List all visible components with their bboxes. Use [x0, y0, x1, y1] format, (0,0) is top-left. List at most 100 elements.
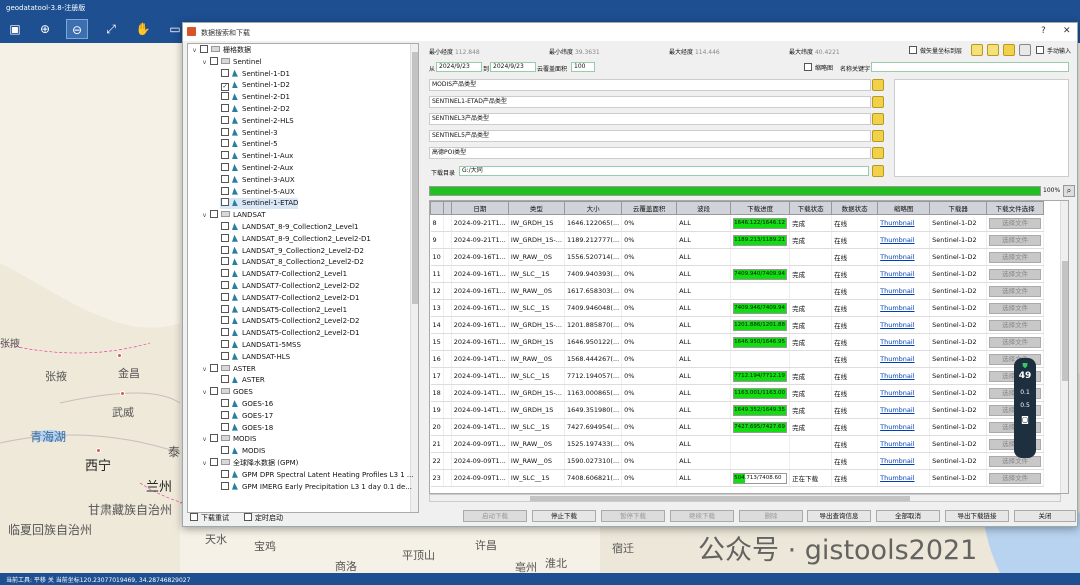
row-selector[interactable] — [443, 231, 452, 249]
column-header[interactable]: 下载进度 — [730, 201, 791, 215]
checkbox-box[interactable] — [221, 375, 229, 384]
thumbnail-cell[interactable]: Thumbnail — [877, 265, 931, 283]
checkbox-box[interactable] — [1036, 46, 1044, 54]
grid-scrollbar[interactable] — [1060, 201, 1068, 493]
network-speed-widget[interactable]: ⛊ 49 0.1 0.5 ◙ — [1014, 358, 1036, 458]
checkbox-box[interactable] — [210, 56, 218, 65]
table-row[interactable]: 17 2024-09-14T1... IW_SLC__1S 7712.194057(.… — [430, 367, 1045, 385]
collapse-icon[interactable]: v — [200, 387, 209, 398]
tree-item[interactable]: LANDSAT7-Collection2_Level2-D2 — [220, 281, 359, 292]
export-links-button[interactable]: 导出下载链接 — [945, 510, 1009, 522]
checkbox-box[interactable] — [221, 139, 229, 148]
thumbnail-cell[interactable]: Thumbnail — [877, 282, 931, 300]
thumbnail-cell[interactable]: Thumbnail — [877, 452, 931, 470]
file-select-cell[interactable]: 选择文件 — [986, 231, 1045, 249]
checkbox-box[interactable] — [804, 63, 812, 71]
thumbnail-link[interactable]: Thumbnail — [880, 321, 914, 329]
tree-item[interactable]: LANDSAT_8-9_Collection2_Level2-D1 — [220, 233, 371, 245]
tree-group[interactable]: v ASTER — [200, 363, 256, 375]
product-type-picker-icon[interactable] — [872, 130, 884, 142]
tree-item[interactable]: LANDSAT5-Collection2_Level2-D1 — [220, 328, 359, 339]
column-header[interactable]: 日期 — [450, 201, 509, 215]
checkbox-box[interactable] — [221, 198, 229, 207]
search-icon[interactable]: ⌕ — [1063, 185, 1075, 197]
tree-item[interactable]: LANDSAT5-Collection2_Level2-D2 — [220, 316, 359, 327]
grid-icon[interactable] — [1019, 44, 1031, 56]
product-type-picker-icon[interactable] — [872, 113, 884, 125]
results-grid[interactable]: 日期 类型 大小 云覆盖面积 波段 下载进度 下载状态 数据状态 缩略图 下载器 下载文件选择 8 2… — [429, 200, 1069, 494]
pause-download-button[interactable]: 暂停下载 — [601, 510, 665, 522]
column-header[interactable]: 类型 — [507, 201, 565, 215]
table-row[interactable]: 19 2024-09-14T1... IW_GRDH_1S 1649.351980(.… — [430, 401, 1045, 419]
tree-item[interactable]: Sentinel-3 — [220, 127, 278, 139]
row-selector[interactable] — [443, 282, 452, 300]
checkbox-box[interactable] — [221, 328, 229, 337]
column-header[interactable]: 波段 — [676, 201, 732, 215]
product-type-s1-etad[interactable]: SENTINEL1-ETAD产品类型 — [429, 96, 871, 108]
pan-icon[interactable]: ✋ — [132, 19, 154, 39]
resume-download-button[interactable]: 继续下载 — [670, 510, 734, 522]
table-row[interactable]: 11 2024-09-16T1... IW_SLC__1S 7409.940393(.… — [430, 265, 1045, 283]
file-select-cell[interactable]: 选择文件 — [986, 299, 1045, 317]
file-select-cell[interactable]: 选择文件 — [986, 333, 1045, 351]
row-selector[interactable] — [443, 299, 452, 317]
tree-scrollbar-thumb[interactable] — [412, 52, 418, 304]
thumbnail-link[interactable]: Thumbnail — [880, 338, 914, 346]
table-row[interactable]: 10 2024-09-16T1... IW_RAW__0S 1556.520714(.… — [430, 248, 1045, 266]
thumbnail-cell[interactable]: Thumbnail — [877, 299, 931, 317]
stop-download-button[interactable]: 停止下载 — [532, 510, 596, 522]
checkbox-box[interactable] — [221, 269, 229, 278]
row-selector[interactable] — [443, 214, 452, 232]
checkbox-box[interactable]: ✓ — [221, 83, 229, 92]
column-header[interactable]: 下载器 — [929, 201, 988, 215]
tree-group[interactable]: v Sentinel — [200, 56, 262, 68]
tree-item[interactable]: Sentinel-1-D1 — [220, 68, 290, 80]
tree-group[interactable]: v 全球降水数据 (GPM) — [200, 458, 298, 469]
file-select-cell[interactable]: 选择文件 — [986, 282, 1045, 300]
row-selector[interactable] — [443, 384, 452, 402]
grid-horizontal-thumb[interactable] — [530, 496, 910, 501]
date-to-input[interactable]: 2024/9/23 — [490, 62, 536, 72]
row-selector[interactable] — [443, 401, 452, 419]
thumbnail-cell[interactable]: Thumbnail — [877, 367, 931, 385]
download-dir-input[interactable]: G:/大同 — [459, 166, 869, 176]
checkbox-box[interactable] — [210, 363, 218, 372]
tree-item[interactable]: LANDSAT_9_Collection2_Level2-D2 — [220, 245, 364, 257]
checkbox-box[interactable] — [221, 115, 229, 124]
select-file-button[interactable]: 选择文件 — [989, 455, 1042, 467]
table-row[interactable]: 9 2024-09-21T1... IW_GRDH_1S-... 1189.21277… — [430, 231, 1045, 249]
checkbox-box[interactable] — [221, 92, 229, 101]
tree-item[interactable]: LANDSAT5-Collection2_Level1 — [220, 304, 347, 316]
help-button[interactable]: ? — [1041, 26, 1046, 36]
thumbnail-link[interactable]: Thumbnail — [880, 440, 914, 448]
thumbnail-link[interactable]: Thumbnail — [880, 406, 914, 414]
folder-browse-icon[interactable] — [872, 165, 884, 177]
thumbnail-link[interactable]: Thumbnail — [880, 355, 914, 363]
checkbox-box[interactable] — [200, 45, 208, 53]
product-type-picker-icon[interactable] — [872, 79, 884, 91]
column-header[interactable]: 云覆盖面积 — [621, 201, 678, 215]
open-folder-icon[interactable] — [1003, 44, 1015, 56]
file-select-cell[interactable]: 选择文件 — [986, 214, 1045, 232]
tree-item[interactable]: GOES-16 — [220, 399, 273, 410]
zoom-out-icon[interactable]: ⊖ — [66, 19, 88, 39]
select-file-button[interactable]: 选择文件 — [989, 285, 1042, 297]
thumbnail-cell[interactable]: Thumbnail — [877, 231, 931, 249]
row-selector[interactable] — [443, 469, 452, 487]
tree-item[interactable]: Sentinel-2-D1 — [220, 92, 290, 103]
table-row[interactable]: 22 2024-09-09T1... IW_RAW__0S 1590.027310(.… — [430, 452, 1045, 470]
checkbox-box[interactable] — [221, 151, 229, 160]
checkbox-box[interactable] — [909, 46, 917, 54]
table-row[interactable]: 18 2024-09-14T1... IW_GRDH_1S-... 1163.0008… — [430, 384, 1045, 402]
thumbnail-link[interactable]: Thumbnail — [880, 304, 914, 312]
thumbnail-link[interactable]: Thumbnail — [880, 423, 914, 431]
select-feature-icon[interactable] — [987, 44, 999, 56]
tree-root[interactable]: v 栅格数据 — [190, 45, 251, 56]
product-type-s3[interactable]: SENTINEL3产品类型 — [429, 113, 871, 125]
table-row[interactable]: 21 2024-09-09T1... IW_RAW__0S 1525.197433(.… — [430, 435, 1045, 453]
tree-group[interactable]: v MODIS — [200, 434, 256, 445]
checkbox-box[interactable] — [221, 340, 229, 348]
tree-group[interactable]: v LANDSAT — [200, 210, 266, 221]
tree-item[interactable]: ASTER — [220, 375, 265, 386]
checkbox-box[interactable] — [210, 387, 218, 396]
